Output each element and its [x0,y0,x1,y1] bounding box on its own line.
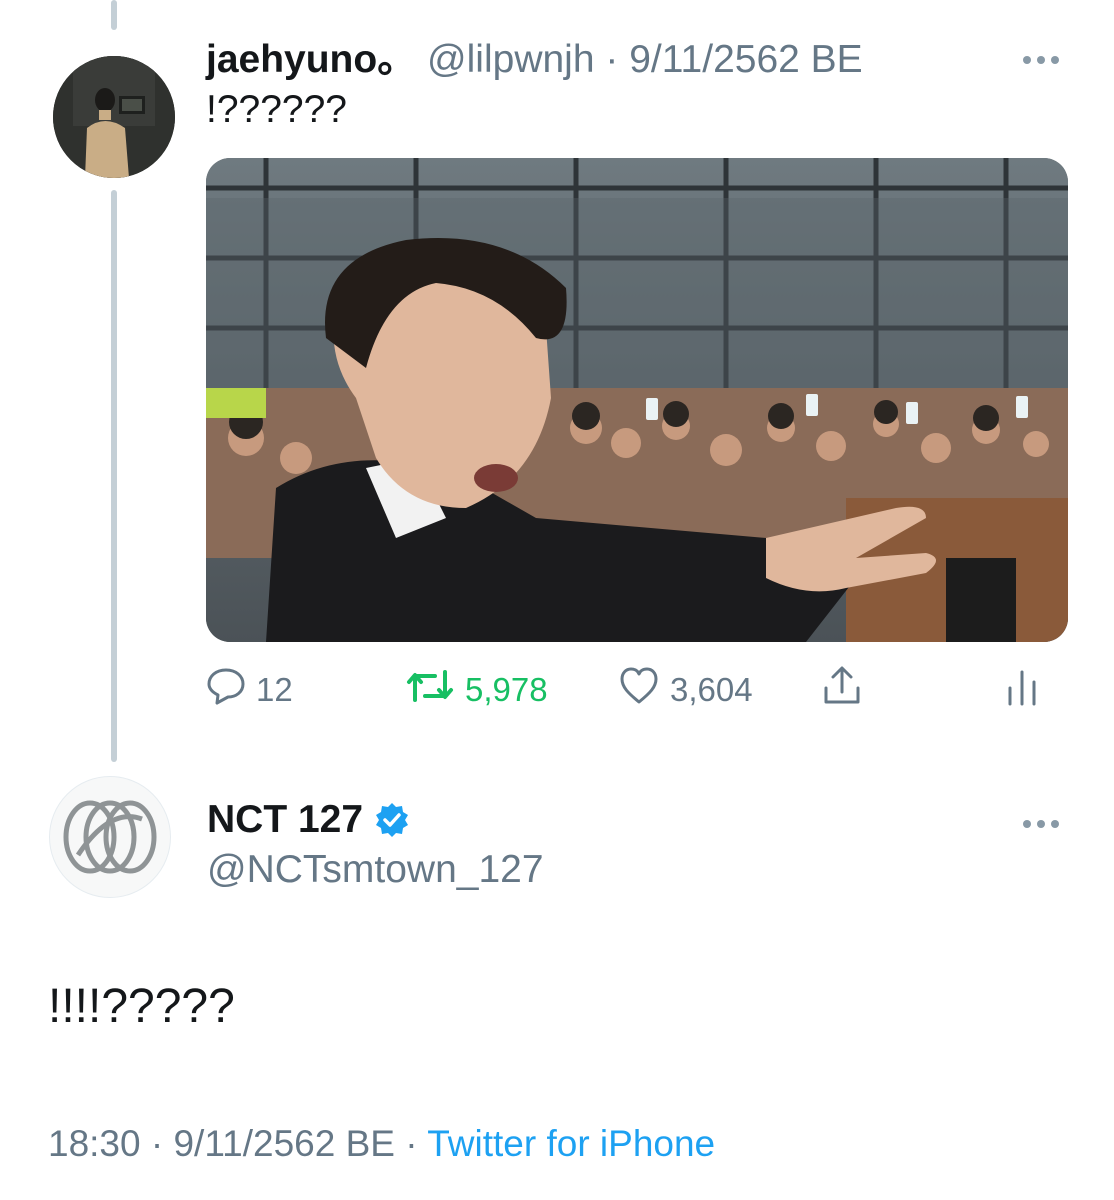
retweet-icon [405,666,455,714]
analytics-icon [1004,664,1040,716]
reply-button[interactable]: 12 [206,662,293,718]
reply-icon [206,666,246,714]
retweet-count: 5,978 [465,671,548,708]
source-separator: · [405,1123,418,1164]
analytics-button[interactable] [1004,662,1040,718]
more-options-icon[interactable] [1022,804,1060,838]
thread-line [111,190,117,762]
thread-line-top [111,0,117,30]
heart-icon [618,666,660,714]
like-count: 3,604 [670,671,753,708]
share-button[interactable] [820,662,864,718]
reply-tweet-text: !?????? [206,88,347,131]
reply-separator: · [605,38,619,81]
more-options-icon[interactable] [1022,40,1060,74]
timestamp-separator: · [150,1123,164,1164]
reply-display-name[interactable]: jaehyuno。 [206,38,416,81]
tweet-source-link[interactable]: Twitter for iPhone [427,1123,715,1164]
tweet-timestamp-row: 18:30 · 9/11/2562 BE · Twitter for iPhon… [48,1120,715,1168]
main-tweet-text: !!!!????? [48,980,235,1033]
reply-date[interactable]: 9/11/2562 BE [629,38,862,81]
retweet-button[interactable]: 5,978 [405,662,548,718]
like-button[interactable]: 3,604 [618,662,753,718]
avatar-jaehyuno[interactable] [53,56,175,178]
reply-tweet-header: jaehyuno。 @lilpwnjh · 9/11/2562 BE [206,36,863,84]
main-handle[interactable]: @NCTsmtown_127 [207,846,544,894]
tweet-media-video[interactable] [206,158,1068,642]
main-display-name[interactable]: NCT 127 [207,796,363,844]
reply-count: 12 [256,671,293,708]
verified-badge-icon [373,801,411,839]
main-display-name-row: NCT 127 [207,796,411,844]
tweet-date[interactable]: 9/11/2562 BE [173,1123,395,1164]
reply-handle[interactable]: @lilpwnjh [427,38,594,81]
avatar-nct127[interactable] [49,776,171,898]
tweet-time[interactable]: 18:30 [48,1123,141,1164]
share-icon [820,664,864,716]
